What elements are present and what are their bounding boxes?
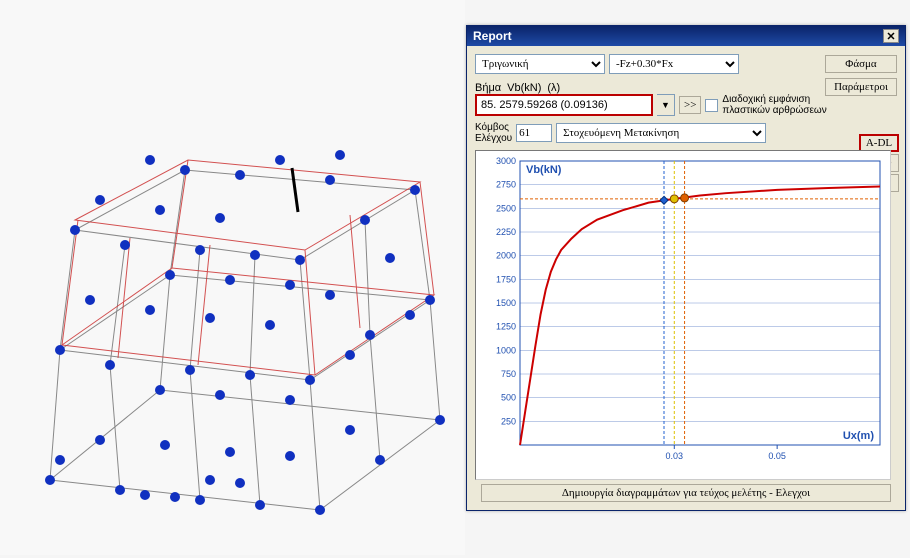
successive-checkbox[interactable] <box>705 99 718 112</box>
create-diagrams-button[interactable]: Δημιουργία διαγραμμάτων για τεύχος μελέτ… <box>481 484 891 502</box>
svg-text:Vb(kN): Vb(kN) <box>526 164 562 176</box>
spectrum-button[interactable]: Φάσμα <box>825 55 897 73</box>
control-node-input[interactable] <box>516 124 552 142</box>
svg-text:Ux(m): Ux(m) <box>843 430 875 442</box>
svg-text:750: 750 <box>501 369 516 379</box>
node-label-2: Ελέγχου <box>475 133 512 144</box>
advance-button[interactable]: >> <box>679 96 701 114</box>
svg-text:500: 500 <box>501 393 516 403</box>
svg-text:0.05: 0.05 <box>768 451 786 461</box>
svg-text:3000: 3000 <box>496 156 516 166</box>
close-icon: ✕ <box>886 30 895 43</box>
successive-label-2: πλαστικών αρθρώσεων <box>722 105 826 116</box>
svg-text:2000: 2000 <box>496 251 516 261</box>
node-label-1: Κόμβος <box>475 122 512 133</box>
svg-text:2250: 2250 <box>496 227 516 237</box>
step-dropdown-button[interactable]: ▼ <box>657 94 675 116</box>
dialog-title-text: Report <box>473 29 512 43</box>
svg-text:1250: 1250 <box>496 322 516 332</box>
load-combo-select[interactable]: -Fz+0.30*Fx <box>609 54 739 74</box>
lambda-col-label: (λ) <box>547 82 560 94</box>
target-disp-select[interactable]: Στοχευόμενη Μετακίνηση <box>556 123 766 143</box>
chart-svg: 250 500 750 1000 1250 1500 1750 2000 2250 2500 275… <box>476 151 892 481</box>
pushover-chart: 250 500 750 1000 1250 1500 1750 2000 2250 2500 275… <box>475 150 891 480</box>
distribution-select[interactable]: Τριγωνική <box>475 54 605 74</box>
successive-label-1: Διαδοχική εμφάνιση <box>722 94 826 105</box>
vb-col-label: Vb(kN) <box>507 82 541 94</box>
dialog-titlebar[interactable]: Report ✕ <box>467 26 905 46</box>
report-dialog: Report ✕ Τριγωνική -Fz+0.30*Fx Φάσμα Παρ… <box>466 25 906 511</box>
model-viewport[interactable] <box>0 0 465 555</box>
close-button[interactable]: ✕ <box>883 29 899 43</box>
params-button[interactable]: Παράμετροι <box>825 78 897 96</box>
svg-text:2500: 2500 <box>496 203 516 213</box>
svg-text:250: 250 <box>501 416 516 426</box>
svg-text:2750: 2750 <box>496 180 516 190</box>
structural-model <box>0 0 465 555</box>
step-display: 85. 2579.59268 (0.09136) <box>475 94 653 116</box>
svg-text:0.03: 0.03 <box>666 451 684 461</box>
step-col-label: Βήμα <box>475 82 501 94</box>
step-display-value: 85. 2579.59268 (0.09136) <box>481 96 608 114</box>
svg-text:1750: 1750 <box>496 274 516 284</box>
svg-text:1000: 1000 <box>496 345 516 355</box>
svg-text:1500: 1500 <box>496 298 516 308</box>
dialog-body: Τριγωνική -Fz+0.30*Fx Φάσμα Παράμετροι Β… <box>467 46 905 510</box>
